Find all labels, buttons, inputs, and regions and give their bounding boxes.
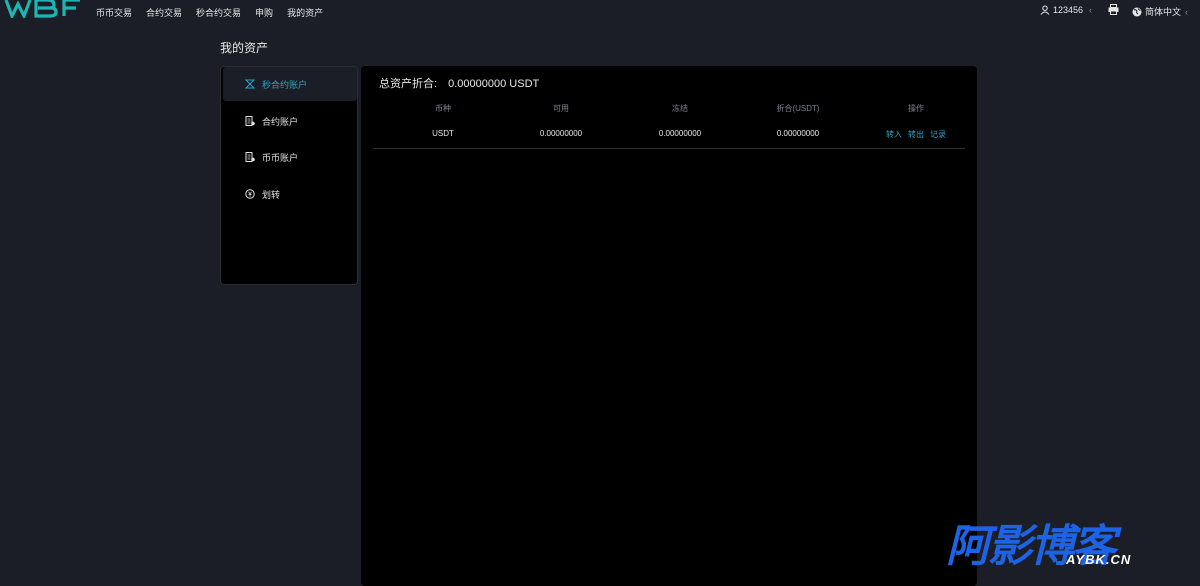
nav-my-assets[interactable]: 我的资产 xyxy=(287,6,323,19)
sidebar-item-transfer[interactable]: 划转 xyxy=(223,177,357,211)
sidebar-item-coin-account[interactable]: 币币账户 xyxy=(223,140,357,174)
watermark-domain: AYBK.CN xyxy=(1066,552,1132,567)
records-link[interactable]: 记录 xyxy=(930,129,946,140)
cell-frozen: 0.00000000 xyxy=(658,129,702,138)
language-selector[interactable]: 简体中文 ‹ xyxy=(1132,5,1188,18)
sidebar-item-contract-account[interactable]: 合约账户 xyxy=(223,104,357,138)
user-icon xyxy=(1040,5,1050,15)
row-divider xyxy=(373,148,965,149)
sidebar-item-label: 合约账户 xyxy=(262,116,299,127)
coin-account-icon xyxy=(245,152,255,162)
watermark: 阿影博客 AYBK.CN xyxy=(946,510,1180,572)
transfer-icon xyxy=(245,189,255,199)
sidebar-item-label: 币币账户 xyxy=(262,152,299,163)
account-sidebar: 秒合约账户 合约账户 币币账户 划转 xyxy=(220,66,358,285)
seconds-contract-icon xyxy=(245,79,255,89)
nav-contract-trading[interactable]: 合约交易 xyxy=(146,6,182,19)
column-header-actions: 操作 xyxy=(908,104,924,113)
chevron-left-icon: ‹ xyxy=(1089,5,1093,15)
chevron-left-icon: ‹ xyxy=(1185,6,1189,17)
sidebar-item-seconds-contract[interactable]: 秒合约账户 xyxy=(223,67,357,101)
globe-icon xyxy=(1132,7,1142,16)
sidebar-item-label: 划转 xyxy=(262,189,281,200)
assets-panel: 总资产折合: 0.00000000 USDT 币种 可用 冻结 折合(USDT)… xyxy=(361,66,977,586)
logo[interactable] xyxy=(4,0,82,18)
transfer-out-link[interactable]: 转出 xyxy=(908,129,924,140)
user-menu[interactable]: 123456 ‹ xyxy=(1040,5,1092,15)
username: 123456 xyxy=(1053,5,1084,15)
column-header-converted: 折合(USDT) xyxy=(776,104,820,113)
total-assets-value: 0.00000000 USDT xyxy=(448,78,540,90)
printer-icon[interactable] xyxy=(1108,4,1119,15)
column-header-frozen: 冻结 xyxy=(672,104,688,113)
column-header-available: 可用 xyxy=(553,104,569,113)
nav-seconds-contract-trading[interactable]: 秒合约交易 xyxy=(196,6,241,19)
total-assets-label: 总资产折合: xyxy=(379,78,438,90)
main-nav: 币币交易 合约交易 秒合约交易 申购 我的资产 xyxy=(96,6,337,19)
nav-subscription[interactable]: 申购 xyxy=(255,6,273,19)
cell-available: 0.00000000 xyxy=(539,129,583,138)
page-title: 我的资产 xyxy=(220,41,269,55)
contract-account-icon xyxy=(245,116,255,126)
top-navbar: 币币交易 合约交易 秒合约交易 申购 我的资产 123456 ‹ 简体中文 ‹ xyxy=(0,0,1200,22)
transfer-in-link[interactable]: 转入 xyxy=(886,129,902,140)
language-label: 简体中文 xyxy=(1145,7,1182,17)
total-assets: 总资产折合: 0.00000000 USDT xyxy=(379,75,539,91)
nav-spot-trading[interactable]: 币币交易 xyxy=(96,6,132,19)
column-header-coin: 币种 xyxy=(435,104,451,113)
sidebar-item-label: 秒合约账户 xyxy=(262,79,308,90)
cell-actions: 转入 转出 记录 xyxy=(861,129,971,140)
cell-converted: 0.00000000 xyxy=(776,129,820,138)
cell-coin: USDT xyxy=(432,129,454,138)
